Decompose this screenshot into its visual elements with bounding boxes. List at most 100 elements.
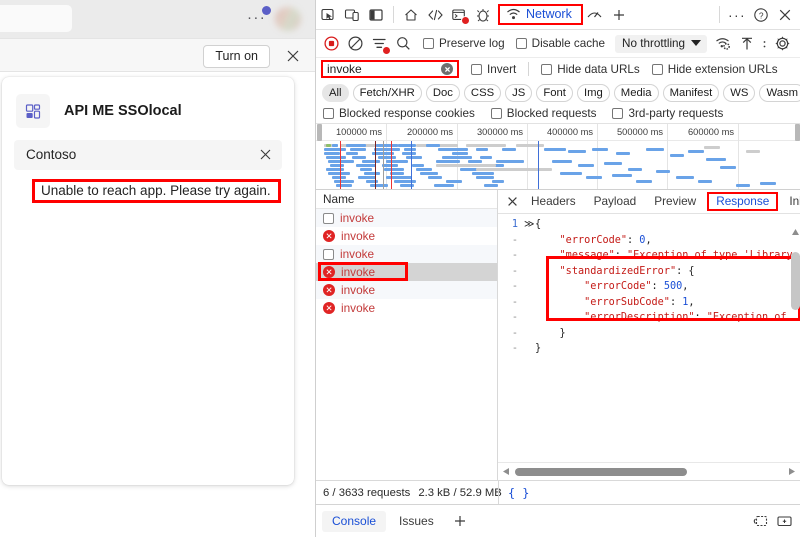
type-filter-css[interactable]: CSS [463,84,502,102]
console-icon[interactable] [447,3,471,27]
drawer-tab-issues[interactable]: Issues [389,511,444,532]
throttling-dropdown[interactable]: No throttling [615,34,708,53]
code-line: - } [498,341,800,357]
code-text: "errorCode": 0, [559,234,652,246]
search-pill[interactable] [0,5,72,32]
table-row[interactable]: ✕ invoke [316,299,497,317]
fold-arrow-icon[interactable]: ≫ [524,219,535,230]
inspect-element-icon[interactable] [316,3,340,27]
performance-icon[interactable] [583,3,607,27]
layout-icon[interactable] [772,509,796,533]
type-filter-img[interactable]: Img [576,84,610,102]
response-vertical-scrollbar[interactable] [791,229,800,455]
pretty-print-indicator[interactable]: { } [508,486,529,500]
tab-preview[interactable]: Preview [645,192,705,211]
org-field[interactable]: Contoso [14,140,282,170]
type-filter-doc[interactable]: Doc [425,84,460,102]
export-har-icon[interactable] [759,32,770,56]
clear-icon[interactable] [343,32,367,56]
filter-icon[interactable] [367,32,391,56]
type-filter-js[interactable]: JS [505,84,533,102]
app-card: API ME SSOlocal Contoso Unable to reach … [2,77,294,485]
device-toolbar-icon[interactable] [340,3,364,27]
table-row[interactable]: ✕ invoke [316,281,497,299]
overview-request-bar [670,154,684,157]
table-row[interactable]: ✕ invoke [316,227,497,245]
record-stop-icon[interactable] [319,32,343,56]
column-header-name[interactable]: Name [316,190,497,209]
scrollbar-thumb[interactable] [515,467,687,476]
more-options-icon[interactable]: ··· [247,10,266,25]
turn-on-button[interactable]: Turn on [203,45,270,68]
elements-icon[interactable] [423,3,447,27]
tab-response[interactable]: Response [707,192,779,211]
overview-left-handle[interactable] [317,124,322,141]
table-row[interactable]: invoke [316,209,497,227]
overview-request-bar [356,164,376,167]
type-filter-fetch-xhr[interactable]: Fetch/XHR [352,84,422,102]
line-number: - [511,343,518,355]
overview-request-bar [366,180,378,183]
clear-circle-icon[interactable] [441,63,453,75]
document-icon [323,212,334,224]
drawer-add-button[interactable] [448,509,472,533]
sources-icon[interactable] [471,3,495,27]
tab-initiator[interactable]: Initiator [780,192,800,211]
table-row[interactable]: ✕ invoke [316,262,497,281]
avatar[interactable] [275,7,301,31]
blocked-filter-3rd-party-requests[interactable]: 3rd-party requests [612,107,723,120]
drawer-tab-console[interactable]: Console [322,510,387,532]
tab-payload[interactable]: Payload [585,192,646,211]
dock-drawer-icon[interactable] [748,509,772,533]
disable-cache-checkbox[interactable]: Disable cache [515,37,605,50]
response-body[interactable]: 1 ≫{- "errorCode": 0, - "message": "Except… [498,214,800,457]
preserve-log-checkbox[interactable]: Preserve log [423,37,505,50]
gear-icon[interactable] [770,32,794,56]
search-icon[interactable] [391,32,415,56]
type-filter-manifest[interactable]: Manifest [662,84,720,102]
scrollbar-thumb[interactable] [791,252,800,310]
network-request-list: Name invoke ✕ invoke invoke ✕ invoke ✕ invoke ✕ i… [316,190,498,480]
tab-headers[interactable]: Headers [522,192,585,211]
hide-data-urls-checkbox[interactable]: Hide data URLs [541,63,640,76]
filter-input[interactable]: invoke [321,60,459,78]
import-har-icon[interactable] [735,32,759,56]
network-statusbar: 6 / 3633 requests 2.3 kB / 52.9 MB { } [316,480,800,505]
close-icon[interactable] [502,192,522,212]
type-filter-wasm[interactable]: Wasm [759,84,800,102]
invert-checkbox[interactable]: Invert [471,63,516,76]
overview-gridline [667,124,668,189]
code-text: "message": "Exception of type 'Library [559,250,793,262]
filter-error-badge [382,45,391,55]
table-row[interactable]: invoke [316,245,497,263]
resource-type-filters: All Fetch/XHR Doc CSS JS Font Img Media Manifest… [316,82,800,104]
type-filter-all[interactable]: All [322,84,349,102]
close-icon[interactable] [285,48,301,64]
line-number: - [511,265,518,277]
hide-data-urls-label: Hide data URLs [557,62,640,76]
overview-tick-label: 400000 ms [547,127,593,137]
type-filter-ws[interactable]: WS [723,84,756,102]
close-devtools-icon[interactable] [773,3,797,27]
more-tools-icon[interactable]: ··· [725,3,749,27]
network-overview-timeline[interactable]: 100000 ms 200000 ms 300000 ms 400000 ms 5000… [316,124,800,190]
blocked-filter-label: 3rd-party requests [628,107,724,120]
home-icon[interactable] [399,3,423,27]
add-tab-button[interactable] [607,3,631,27]
blocked-filter-blocked-requests[interactable]: Blocked requests [490,107,596,120]
tab-network[interactable]: Network [498,4,583,25]
hide-extension-urls-checkbox[interactable]: Hide extension URLs [651,63,778,76]
close-icon[interactable] [258,147,273,162]
type-filter-font[interactable]: Font [536,84,573,102]
blocked-filter-blocked-response-cookies[interactable]: Blocked response cookies [323,107,475,120]
type-filter-media[interactable]: Media [613,84,659,102]
response-horizontal-scrollbar[interactable] [498,462,800,480]
divider [528,62,530,76]
overview-request-bar [442,156,472,159]
network-conditions-icon[interactable] [711,32,735,56]
dock-side-icon[interactable] [364,3,388,27]
overview-right-handle[interactable] [795,124,800,141]
help-icon[interactable]: ? [749,3,773,27]
